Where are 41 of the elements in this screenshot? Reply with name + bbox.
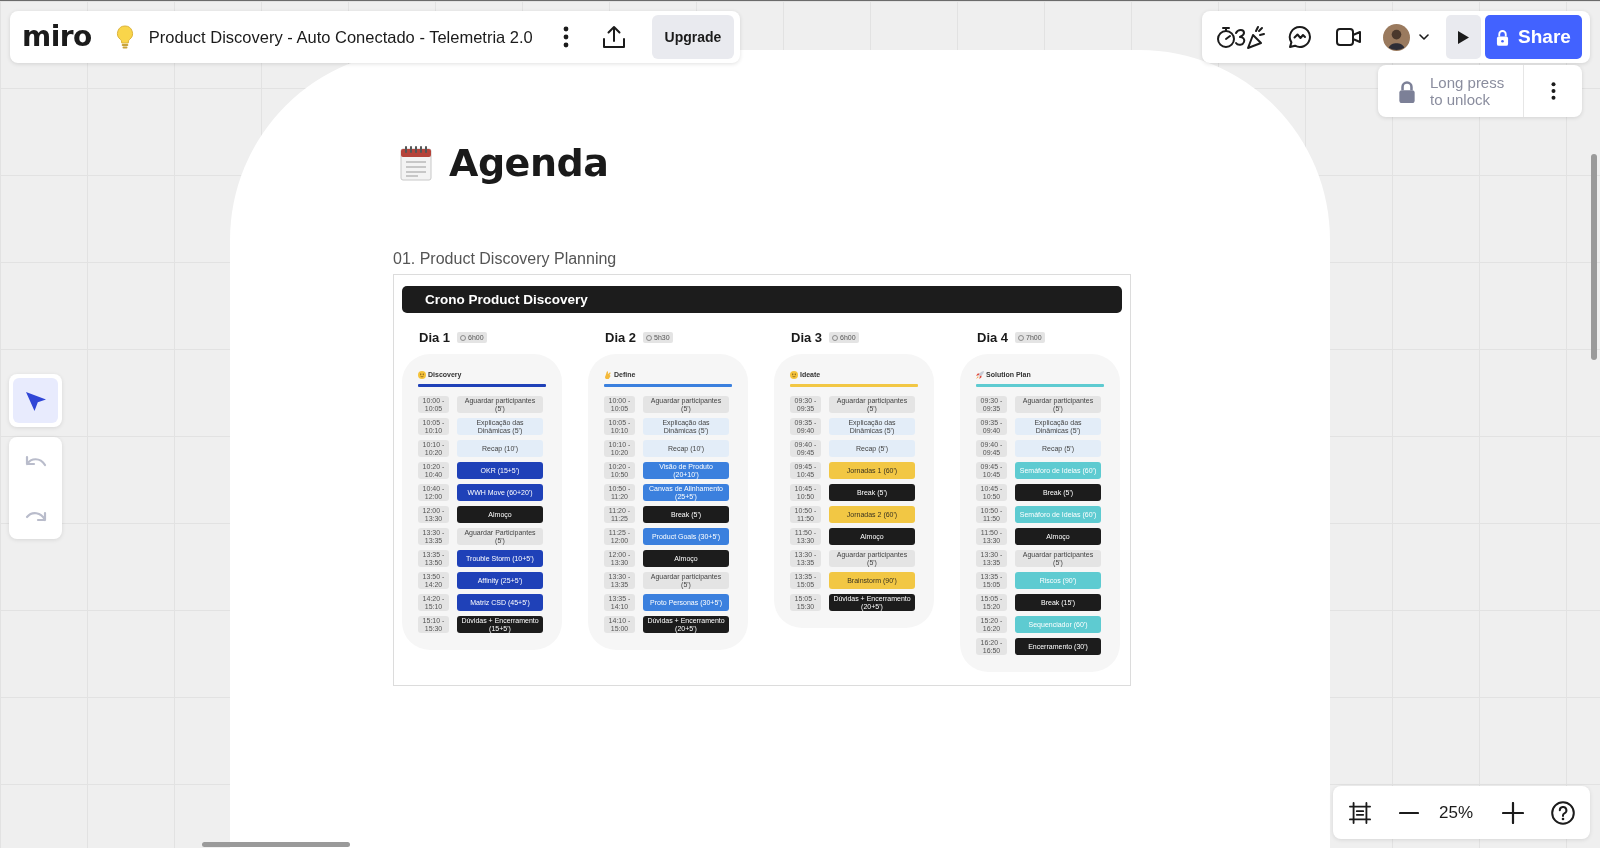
- smiley-icon: [418, 370, 426, 379]
- upgrade-button[interactable]: Upgrade: [652, 15, 734, 59]
- chat-icon[interactable]: [1288, 25, 1312, 49]
- zoom-level[interactable]: 25%: [1439, 802, 1474, 823]
- more-icon[interactable]: [1550, 81, 1556, 101]
- upload-icon[interactable]: [601, 25, 626, 49]
- lock-icon: [1496, 28, 1510, 46]
- day-title: Dia 2: [605, 330, 637, 345]
- clock-icon: [1018, 334, 1025, 341]
- play-icon: [1458, 30, 1469, 44]
- timer-reactions-icon[interactable]: [1216, 24, 1266, 50]
- clock-icon: [460, 334, 467, 341]
- lock-hint-text: Long press to unlock: [1430, 74, 1506, 108]
- fit-frame-icon[interactable]: [1349, 801, 1371, 824]
- rocket-icon: [976, 370, 984, 379]
- calendar-icon: [400, 145, 432, 181]
- user-avatar[interactable]: [1383, 23, 1410, 51]
- lock-icon: [1398, 79, 1416, 103]
- zoom-out-icon[interactable]: [1399, 810, 1419, 815]
- cursor-icon: [24, 389, 47, 412]
- horizontal-scrollbar-thumb[interactable]: [202, 842, 350, 847]
- board-name[interactable]: Product Discovery - Auto Conectado - Telemetria 2.0: [148, 27, 533, 47]
- section-title: 01. Product Discovery Planning: [393, 249, 617, 268]
- clock-icon: [646, 334, 653, 341]
- share-button[interactable]: Share: [1485, 15, 1582, 59]
- board-title-bar: Crono Product Discovery: [402, 286, 1122, 313]
- video-camera-icon[interactable]: [1336, 27, 1362, 47]
- day-title: Dia 1: [419, 330, 451, 345]
- zoom-in-icon[interactable]: [1502, 801, 1525, 824]
- hand-icon: [604, 370, 612, 379]
- smiley-icon: [790, 370, 798, 379]
- more-icon[interactable]: [562, 26, 569, 48]
- frame-title: Agenda: [449, 140, 609, 186]
- help-icon[interactable]: [1551, 800, 1576, 825]
- caret-icon[interactable]: [1419, 34, 1429, 40]
- vertical-scrollbar-thumb[interactable]: [1591, 154, 1597, 360]
- day-title: Dia 3: [791, 330, 823, 345]
- day-title: Dia 4: [977, 330, 1009, 345]
- present-button[interactable]: [1446, 15, 1481, 59]
- clock-icon: [832, 334, 839, 341]
- logo[interactable]: miro: [22, 21, 92, 53]
